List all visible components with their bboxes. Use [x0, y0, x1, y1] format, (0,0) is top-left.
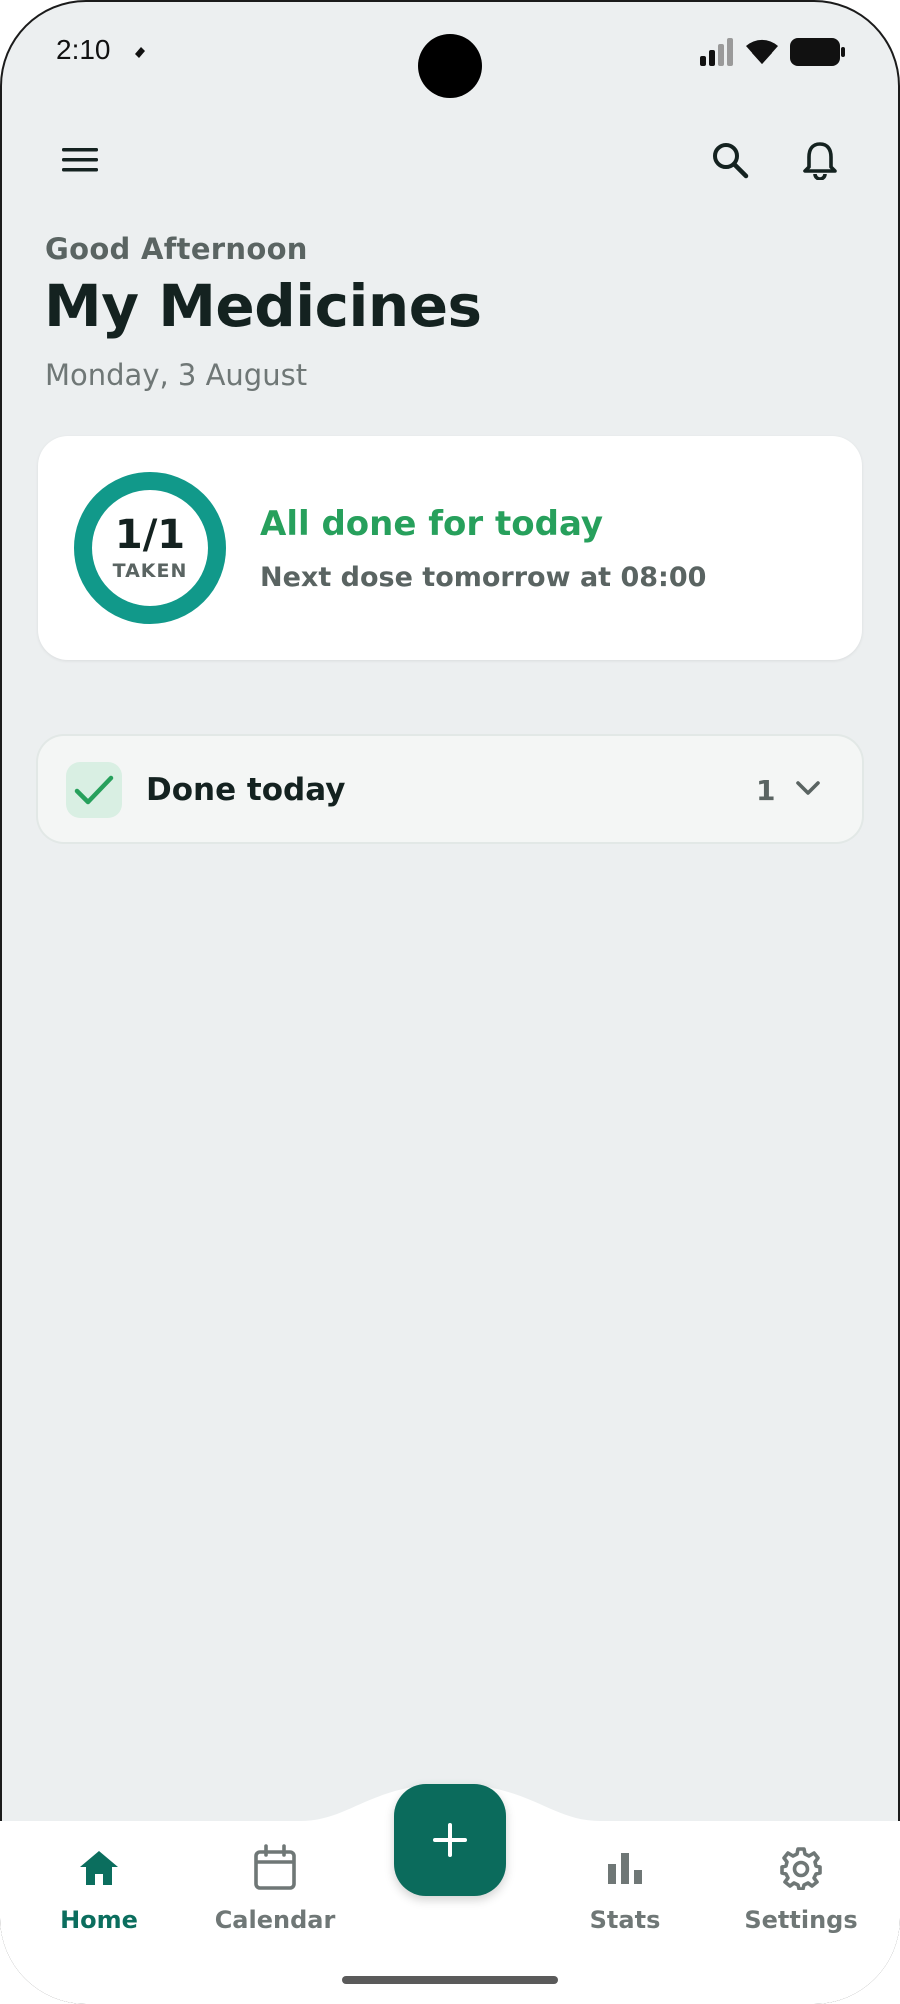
doses-label: TAKEN [112, 560, 188, 582]
phone-screen: 2:10 Good Afternoon My Medicines Monday,… [0, 0, 900, 2004]
signal-icon [700, 38, 733, 66]
daily-summary-card: 1/1 TAKEN All done for today Next dose t… [38, 436, 862, 660]
search-button[interactable] [698, 128, 762, 192]
current-date: Monday, 3 August [45, 358, 308, 392]
chevron-down-icon [796, 781, 820, 795]
add-medicine-button[interactable] [394, 1784, 506, 1896]
nav-label-calendar: Calendar [214, 1906, 336, 1934]
nav-calendar[interactable]: Calendar [205, 1840, 345, 1934]
doses-count: 1/1 [114, 512, 186, 558]
battery-icon [790, 38, 845, 66]
nav-label-settings: Settings [744, 1906, 858, 1934]
notification-dot-icon [135, 47, 145, 58]
bell-icon [803, 142, 837, 180]
home-icon [80, 1851, 118, 1885]
done-today-label: Done today [146, 772, 346, 808]
home-indicator [342, 1976, 558, 1984]
menu-icon [62, 148, 98, 172]
gear-icon [780, 1847, 822, 1890]
nav-home[interactable]: Home [29, 1840, 169, 1934]
done-today-section[interactable]: Done today 1 [38, 736, 862, 842]
status-time: 2:10 [56, 34, 111, 65]
greeting-text: Good Afternoon [45, 232, 308, 266]
plus-icon [433, 1823, 467, 1857]
next-dose-text: Next dose tomorrow at 08:00 [260, 562, 707, 593]
checkmark-icon [74, 775, 114, 805]
menu-button[interactable] [48, 128, 112, 192]
bar-chart-icon [608, 1853, 642, 1884]
done-check-badge [66, 762, 122, 818]
status-bar: 2:10 [0, 0, 900, 104]
notifications-button[interactable] [788, 128, 852, 192]
page-title: My Medicines [44, 272, 482, 340]
status-title: All done for today [260, 504, 604, 544]
nav-stats[interactable]: Stats [555, 1840, 695, 1934]
nav-settings[interactable]: Settings [731, 1840, 871, 1934]
done-today-count: 1 [756, 774, 776, 807]
search-icon [713, 143, 749, 179]
calendar-icon [254, 1844, 296, 1890]
wifi-icon [746, 39, 778, 64]
camera-cutout [418, 34, 482, 98]
nav-label-stats: Stats [589, 1906, 661, 1934]
nav-label-home: Home [60, 1906, 138, 1934]
